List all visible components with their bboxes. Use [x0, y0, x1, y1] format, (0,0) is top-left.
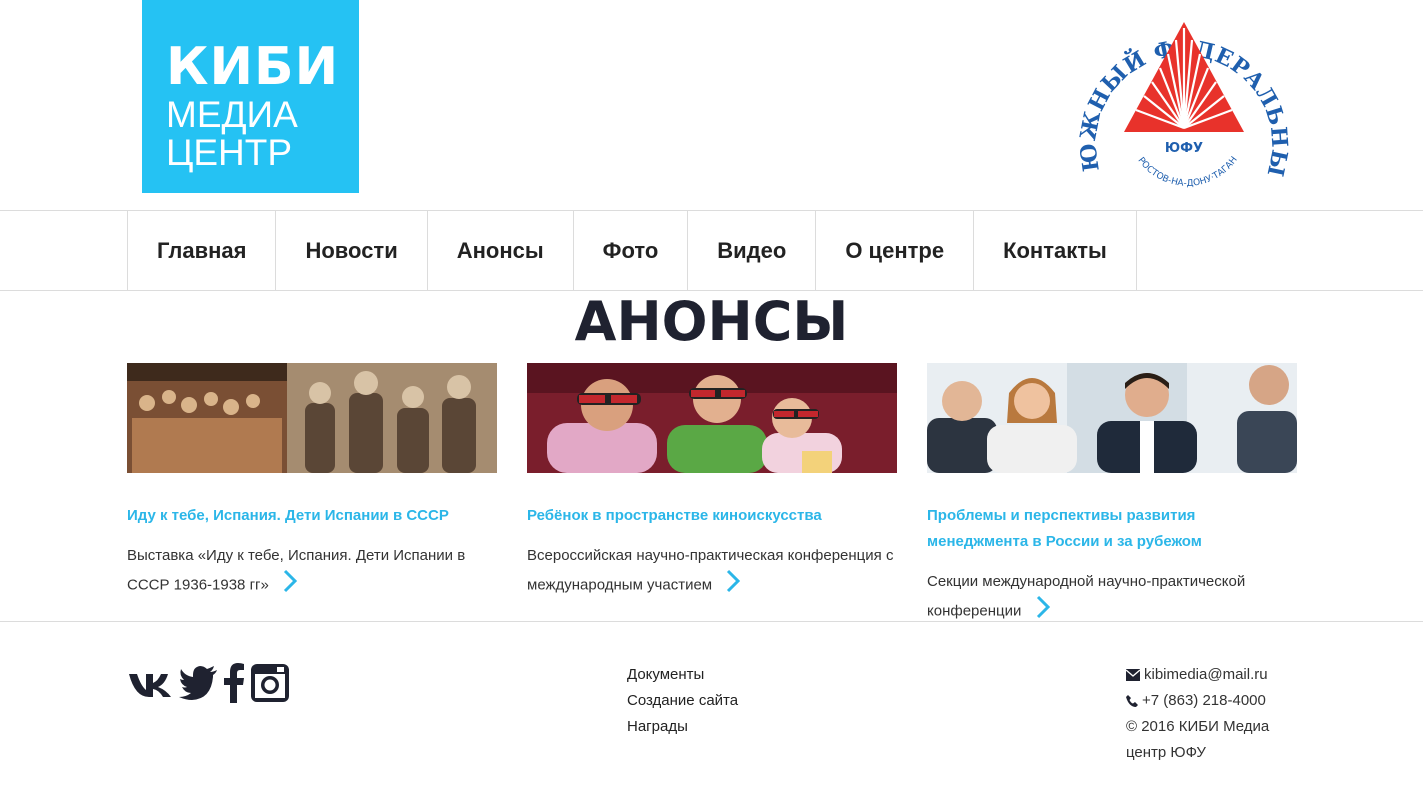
phone-icon [1126, 695, 1138, 707]
card-title[interactable]: Проблемы и перспективы развития менеджме… [927, 503, 1297, 555]
vk-icon[interactable] [127, 668, 175, 703]
university-seal[interactable]: ЮЖНЫЙ ФЕДЕРАЛЬНЫЙ УНИВЕРСИТЕТ РОСТОВ-НА-… [1067, 0, 1292, 200]
social-links [127, 662, 291, 709]
copyright-text: © 2016 КИБИ Медиа центр ЮФУ [1126, 718, 1270, 761]
nav-item-contacts[interactable]: Контакты [974, 211, 1137, 290]
instagram-icon[interactable] [249, 662, 291, 709]
nav-item-about[interactable]: О центре [816, 211, 975, 290]
footer-divider [0, 621, 1423, 622]
logo-line-center: ЦЕНТР [166, 132, 293, 173]
card-description: Всероссийская научно-практическая конфер… [527, 543, 897, 602]
facebook-icon[interactable] [223, 663, 245, 708]
nav-item-photo[interactable]: Фото [574, 211, 689, 290]
spanish-children-photo[interactable] [127, 363, 497, 473]
contact-email[interactable]: kibimedia@mail.ru [1144, 662, 1268, 688]
logo-line-media: МЕДИА [166, 94, 298, 135]
announcement-card-management: Проблемы и перспективы развития менеджме… [927, 363, 1297, 628]
twitter-icon[interactable] [179, 666, 219, 705]
nav-item-news[interactable]: Новости [276, 211, 428, 290]
footer-link-documents[interactable]: Документы [627, 662, 738, 688]
chevron-right-icon[interactable] [726, 569, 741, 602]
business-meeting-photo[interactable] [927, 363, 1297, 473]
children-3d-cinema-photo[interactable] [527, 363, 897, 473]
site-logo[interactable]: КИБИ МЕДИА ЦЕНТР [142, 0, 359, 193]
card-title[interactable]: Ребёнок в пространстве киноискусства [527, 503, 897, 529]
card-description: Выставка «Иду к тебе, Испания. Дети Испа… [127, 543, 497, 602]
card-description: Секции международной научно-практической… [927, 569, 1297, 628]
nav-item-video[interactable]: Видео [688, 211, 817, 290]
footer-links: Документы Создание сайта Награды [627, 662, 738, 740]
logo-line-kibi: КИБИ [166, 37, 340, 97]
main-navigation: Главная Новости Анонсы Фото Видео О цент… [0, 210, 1423, 291]
card-description-text: Всероссийская научно-практическая конфер… [527, 547, 894, 594]
card-description-text: Секции международной научно-практической… [927, 573, 1246, 620]
university-seal-graphic: ЮЖНЫЙ ФЕДЕРАЛЬНЫЙ УНИВЕРСИТЕТ РОСТОВ-НА-… [1067, 0, 1292, 189]
nav-item-announcements[interactable]: Анонсы [428, 211, 574, 290]
chevron-right-icon[interactable] [1036, 595, 1050, 628]
footer-contacts: kibimedia@mail.ru +7 (863) 218-4000 © 20… [1126, 662, 1296, 766]
envelope-icon [1126, 669, 1140, 681]
page-title: АНОНСЫ [574, 290, 849, 353]
chevron-right-icon[interactable] [283, 569, 298, 602]
announcement-card-cinema: Ребёнок в пространстве киноискусства Все… [527, 363, 897, 602]
nav-item-home[interactable]: Главная [128, 211, 277, 290]
card-title[interactable]: Иду к тебе, Испания. Дети Испании в СССР [127, 503, 497, 529]
contact-phone: +7 (863) 218-4000 [1142, 692, 1266, 709]
seal-abbr: ЮФУ [1165, 141, 1203, 156]
announcement-card-spain: Иду к тебе, Испания. Дети Испании в СССР… [127, 363, 497, 602]
footer-link-awards[interactable]: Награды [627, 714, 738, 740]
footer-link-site-creation[interactable]: Создание сайта [627, 688, 738, 714]
